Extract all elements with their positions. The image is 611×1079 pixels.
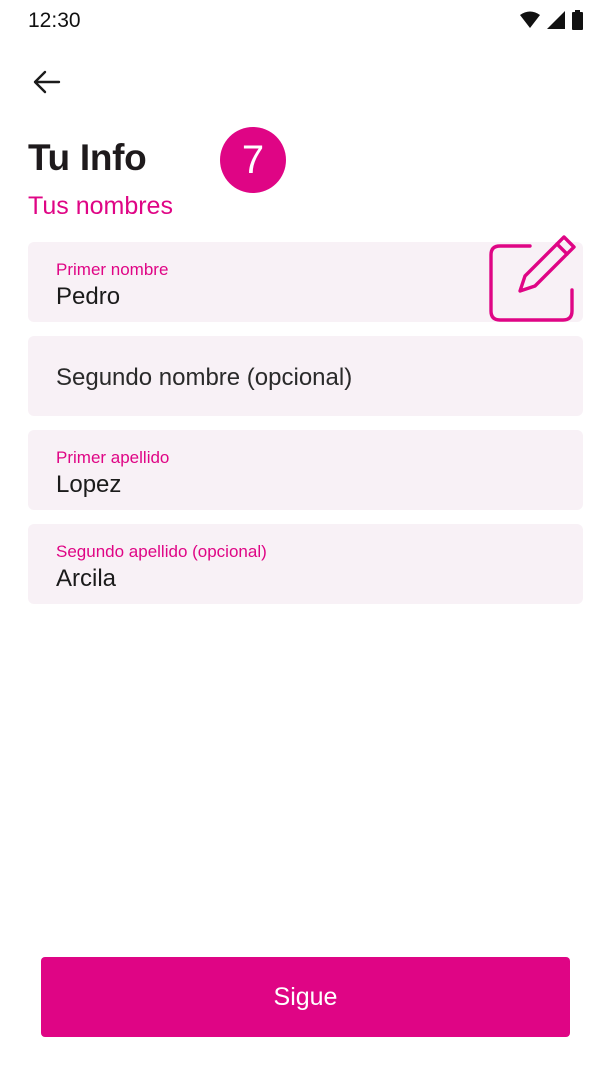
first-surname-value: Lopez <box>56 471 122 498</box>
continue-button[interactable]: Sigue <box>41 957 570 1037</box>
first-surname-field[interactable]: Primer apellido Lopez <box>28 430 583 510</box>
wifi-icon <box>520 11 540 28</box>
back-button[interactable] <box>26 64 66 100</box>
page-title: Tu Info <box>28 137 147 178</box>
second-surname-value: Arcila <box>56 565 117 592</box>
middle-name-field[interactable]: Segundo nombre (opcional) <box>28 336 583 416</box>
step-number-badge: 7 <box>220 127 286 193</box>
first-name-label: Primer nombre <box>56 260 169 279</box>
signal-icon <box>547 11 565 29</box>
status-bar: 12:30 <box>0 0 611 44</box>
status-icons <box>520 10 583 30</box>
first-surname-label: Primer apellido <box>56 448 170 467</box>
status-time: 12:30 <box>28 9 81 32</box>
arrow-left-icon <box>33 70 61 94</box>
page-subtitle: Tus nombres <box>28 192 173 220</box>
edit-annotation <box>486 230 578 326</box>
battery-icon <box>572 10 583 30</box>
second-surname-label: Segundo apellido (opcional) <box>56 542 267 561</box>
second-surname-field[interactable]: Segundo apellido (opcional) Arcila <box>28 524 583 604</box>
first-name-value: Pedro <box>56 283 121 310</box>
middle-name-placeholder: Segundo nombre (opcional) <box>56 364 353 391</box>
edit-pencil-icon <box>489 235 576 322</box>
